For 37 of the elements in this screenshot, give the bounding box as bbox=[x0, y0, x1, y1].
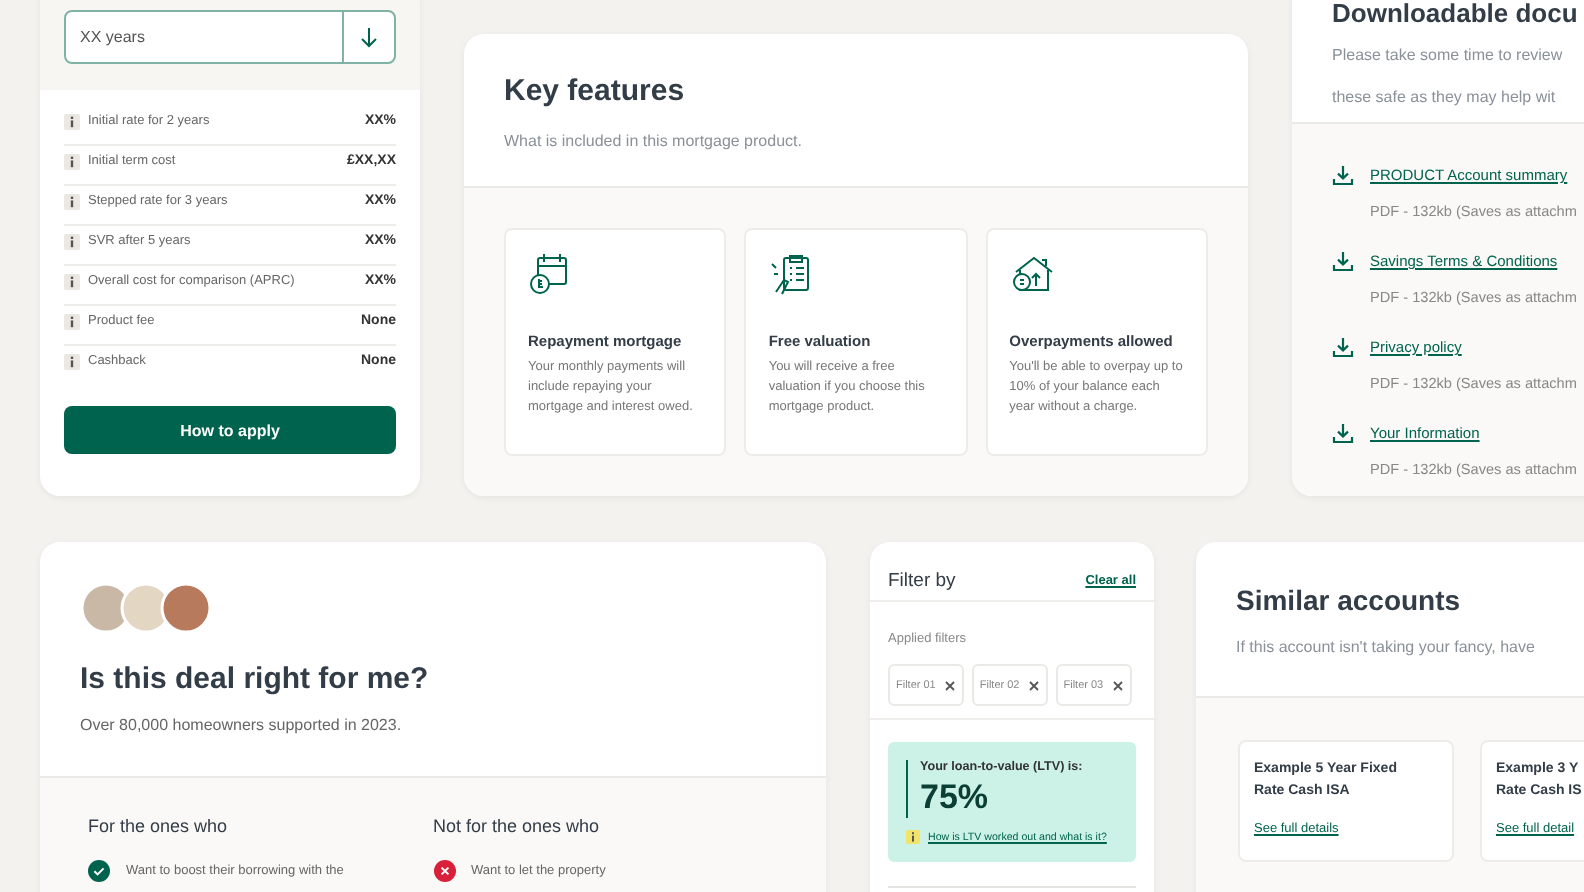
download-icon bbox=[1332, 250, 1354, 272]
house-coin-icon bbox=[1009, 252, 1054, 296]
column-heading: Not for the ones who bbox=[433, 816, 602, 836]
info-icon bbox=[64, 154, 80, 170]
section-subtitle: If this account isn't taking your fancy, have bbox=[1236, 638, 1537, 656]
section-title: Downloadable docu bbox=[1332, 0, 1580, 26]
arrow-down-icon bbox=[360, 27, 378, 47]
info-icon bbox=[64, 314, 80, 330]
check-icon bbox=[88, 860, 110, 882]
cross-icon bbox=[433, 860, 455, 882]
ltv-value: 75% bbox=[920, 778, 991, 818]
close-icon[interactable] bbox=[1027, 679, 1040, 691]
close-icon[interactable] bbox=[1111, 679, 1124, 691]
section-subtitle: What is included in this mortgage product. bbox=[504, 132, 804, 150]
section-description: these safe as they may help wit bbox=[1332, 86, 1558, 110]
info-icon bbox=[64, 354, 80, 370]
section-title: Similar accounts bbox=[1236, 584, 1463, 616]
download-icon bbox=[1332, 422, 1354, 444]
info-icon bbox=[64, 274, 80, 290]
info-icon bbox=[64, 234, 80, 250]
info-icon bbox=[64, 114, 80, 130]
info-icon bbox=[64, 194, 80, 210]
section-title: Key features bbox=[504, 74, 687, 108]
close-icon[interactable] bbox=[943, 679, 956, 691]
section-description: Please take some time to review bbox=[1332, 44, 1565, 68]
checklist-icon bbox=[768, 252, 813, 296]
section-title: Is this deal right for me? bbox=[80, 662, 431, 696]
calendar-coin-icon bbox=[528, 252, 572, 296]
section-subtitle: Over 80,000 homeowners supported in 2023. bbox=[80, 716, 404, 734]
apply-button[interactable]: How to apply bbox=[64, 406, 396, 454]
column-heading: For the ones who bbox=[88, 816, 230, 836]
panel-title: Filter by bbox=[888, 569, 956, 591]
avatar bbox=[160, 582, 212, 634]
info-icon bbox=[906, 830, 920, 844]
download-icon bbox=[1332, 164, 1354, 186]
term-select[interactable]: XX years bbox=[64, 10, 396, 64]
download-icon bbox=[1332, 336, 1354, 358]
